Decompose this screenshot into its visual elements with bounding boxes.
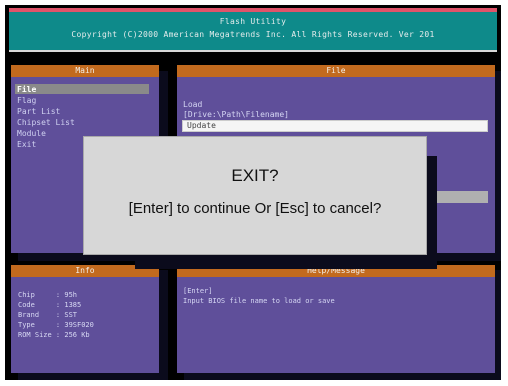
help-text: Input BIOS file name to load or save (183, 297, 335, 305)
exit-dialog-title: EXIT? (231, 166, 279, 185)
help-key: [Enter] (183, 287, 213, 295)
file-path-hint: [Drive:\Path\Filename] (183, 110, 289, 119)
info-chip: Chip : 95h (18, 291, 78, 299)
help-panel: Help/Message [Enter] Input BIOS file nam… (177, 265, 495, 373)
exit-dialog-message: [Enter] to continue Or [Esc] to cancel? (128, 200, 382, 217)
menu-item-exit[interactable]: Exit (17, 140, 36, 150)
menu-item-flag[interactable]: Flag (17, 96, 36, 106)
info-brand: Brand : SST (18, 311, 78, 319)
info-type: Type : 39SF020 (18, 321, 94, 329)
exit-dialog[interactable]: EXIT? [Enter] to continue Or [Esc] to ca… (83, 136, 427, 255)
file-action-label: Load (183, 100, 203, 109)
bios-screen: Flash Utility Copyright (C)2000 American… (5, 5, 501, 380)
copyright-line: Copyright (C)2000 American Megatrends In… (71, 30, 435, 39)
info-rom-size: ROM Size : 256 Kb (18, 331, 90, 339)
title-bar: Flash Utility Copyright (C)2000 American… (9, 8, 497, 52)
main-panel-title: Main (11, 65, 159, 77)
filename-input[interactable]: Update (182, 120, 488, 132)
info-code: Code : 1385 (18, 301, 82, 309)
file-panel-title: File (177, 65, 495, 77)
menu-item-module[interactable]: Module (17, 129, 46, 139)
menu-item-part-list[interactable]: Part List (17, 107, 60, 117)
info-panel: Info Chip : 95h Code : 1385 Brand : SST … (11, 265, 159, 373)
app-title: Flash Utility (219, 17, 287, 26)
menu-item-chipset-list[interactable]: Chipset List (17, 118, 75, 128)
menu-item-file[interactable]: File (17, 85, 36, 95)
filename-input-value: Update (187, 121, 216, 130)
